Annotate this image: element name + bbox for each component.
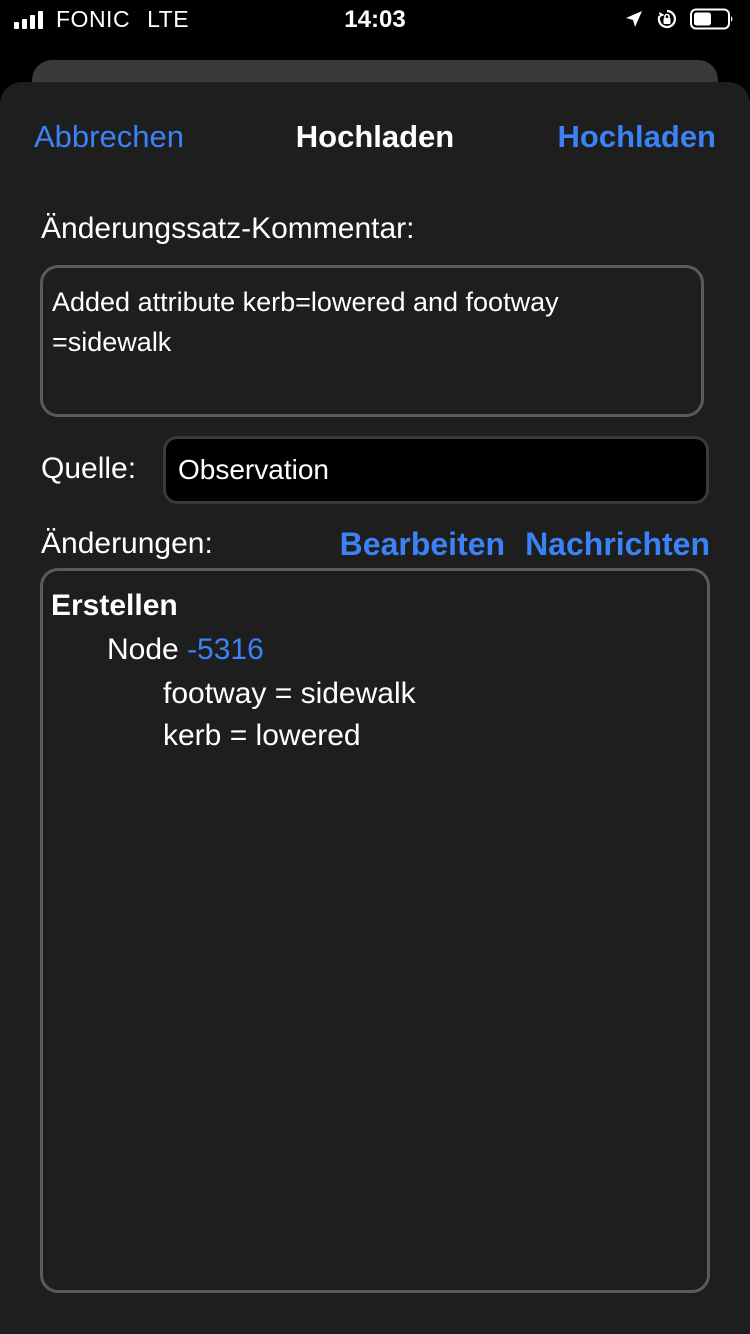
status-right (612, 8, 736, 30)
changes-label: Änderungen: (41, 527, 213, 560)
status-bar: FONIC LTE 14:03 (0, 0, 750, 40)
comment-label: Änderungssatz-Kommentar: (41, 212, 415, 245)
battery-icon (690, 8, 733, 30)
location-arrow-icon (626, 11, 642, 27)
changes-list[interactable]: Erstellen Node -5316 footway = sidewalk … (40, 568, 710, 1293)
source-label: Quelle: (41, 452, 137, 485)
nav-bar: Abbrechen Hochladen Hochladen (0, 82, 750, 192)
edit-button[interactable]: Bearbeiten (340, 526, 505, 563)
upload-button[interactable]: Hochladen (558, 119, 716, 155)
tag-entry: footway = sidewalk (163, 677, 416, 710)
node-prefix: Node (107, 633, 179, 666)
messages-button[interactable]: Nachrichten (525, 526, 710, 563)
changes-group-heading: Erstellen (51, 589, 178, 622)
upload-sheet: Abbrechen Hochladen Hochladen Änderungss… (0, 82, 750, 1334)
comment-textarea[interactable]: Added attribute kerb=lowered and footway… (40, 265, 704, 417)
orientation-lock-icon (657, 9, 676, 29)
node-id-link[interactable]: -5316 (187, 633, 264, 666)
tag-entry: kerb = lowered (163, 719, 361, 752)
changes-actions: Bearbeiten Nachrichten (340, 526, 710, 563)
node-entry: Node -5316 (51, 627, 699, 673)
source-input[interactable]: Observation (163, 436, 709, 504)
